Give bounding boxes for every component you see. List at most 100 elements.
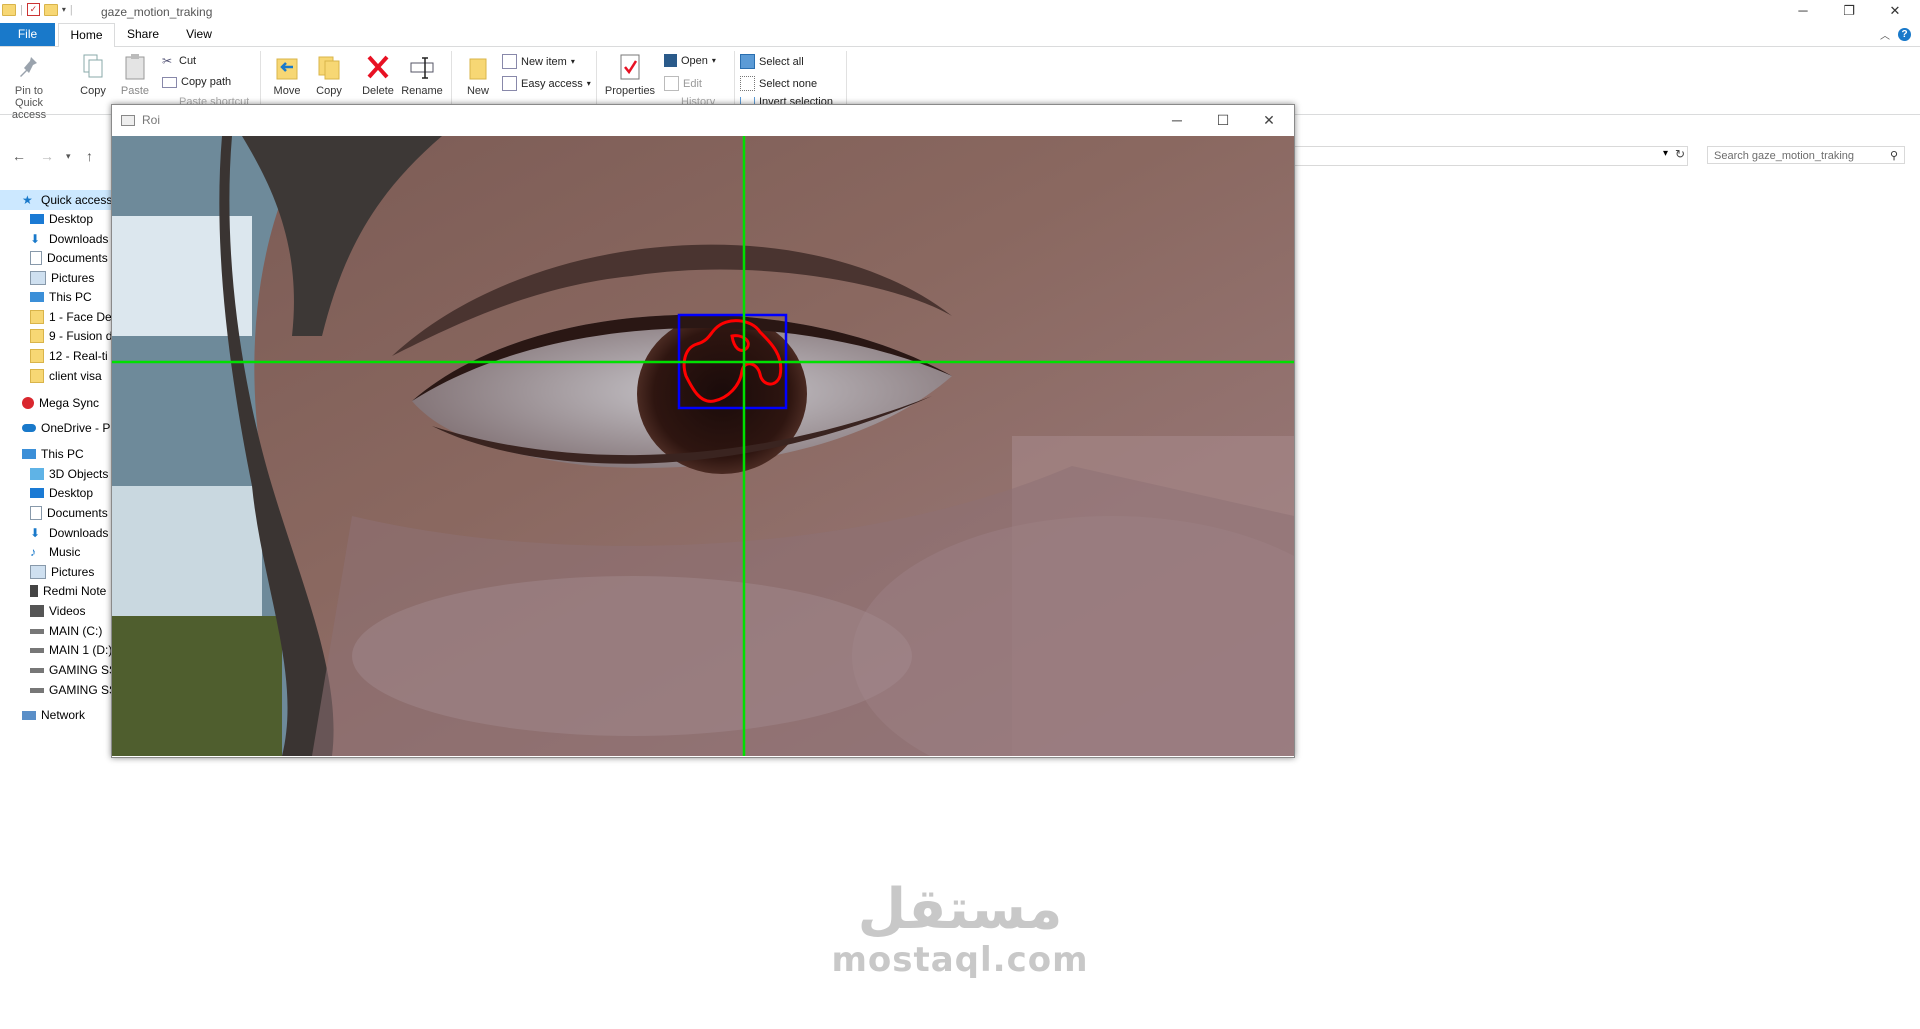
delete-button[interactable]: Delete: [357, 51, 399, 97]
new-folder-icon[interactable]: [43, 3, 58, 16]
sidebar-item-label: 1 - Face De: [49, 310, 111, 324]
folder-icon: [30, 369, 44, 383]
roi-window[interactable]: Roi ─ ☐ ✕: [111, 104, 1295, 758]
tab-view[interactable]: View: [176, 23, 222, 46]
sidebar-item[interactable]: This PC: [0, 444, 111, 464]
up-arrow-icon[interactable]: ↑: [86, 148, 93, 164]
open-button[interactable]: Open ▾: [664, 54, 716, 67]
3d-objects-icon: [30, 468, 44, 480]
back-arrow-icon[interactable]: ←: [12, 148, 26, 164]
move-icon: [275, 53, 299, 81]
roi-title-bar[interactable]: Roi ─ ☐ ✕: [112, 105, 1294, 135]
sidebar-item[interactable]: Documents: [0, 503, 111, 523]
pin-to-quick-access-button[interactable]: Pin to Quick access: [5, 51, 53, 121]
tab-share[interactable]: Share: [117, 23, 169, 46]
edit-button[interactable]: Edit: [664, 76, 702, 91]
sidebar-item[interactable]: ⬇ Downloads: [0, 523, 111, 543]
pc-icon: [30, 292, 44, 302]
properties-check-icon[interactable]: ✓: [26, 3, 40, 16]
minimize-icon[interactable]: ─: [1154, 105, 1200, 135]
select-none-button[interactable]: Select none: [740, 76, 817, 91]
forward-arrow-icon[interactable]: →: [40, 148, 54, 164]
select-none-icon: [740, 76, 755, 91]
select-all-icon: [740, 54, 755, 69]
select-all-button[interactable]: Select all: [740, 54, 804, 69]
tab-home[interactable]: Home: [58, 23, 115, 48]
sidebar-item[interactable]: Desktop: [0, 209, 111, 229]
folder-icon[interactable]: [2, 3, 16, 16]
group-divider: [451, 51, 452, 109]
sidebar-item-label: Documents: [47, 251, 108, 265]
paste-button[interactable]: Paste: [114, 51, 156, 97]
new-item-button[interactable]: New item ▾: [502, 54, 575, 69]
new-folder-button[interactable]: New: [457, 51, 499, 97]
sidebar-item[interactable]: MAIN 1 (D:): [0, 640, 111, 660]
sidebar-item[interactable]: GAMING SSD (E:): [0, 660, 111, 680]
sidebar-item[interactable]: 9 - Fusion d: [0, 326, 111, 346]
sidebar-item-label: Mega Sync: [39, 396, 100, 410]
help-icon[interactable]: ?: [1898, 28, 1911, 41]
rename-button[interactable]: Rename: [401, 51, 443, 97]
maximize-icon[interactable]: ☐: [1200, 105, 1246, 135]
watermark: مستقل mostaql.com: [810, 880, 1110, 981]
sidebar-item[interactable]: Videos: [0, 601, 111, 621]
sidebar-item[interactable]: Pictures: [0, 268, 111, 288]
separator: |: [20, 3, 23, 16]
sidebar-item[interactable]: OneDrive - P: [0, 418, 111, 438]
minimize-icon[interactable]: ─: [1780, 0, 1826, 22]
cut-button[interactable]: ✂ Cut: [162, 54, 196, 68]
easy-access-icon: [502, 76, 517, 91]
properties-button[interactable]: Properties: [602, 51, 658, 97]
sidebar-item[interactable]: Documents: [0, 248, 111, 268]
eye-tracking-frame: [112, 136, 1294, 756]
address-dropdown-icon[interactable]: ▾: [1663, 148, 1668, 159]
move-to-button[interactable]: Move: [266, 51, 308, 97]
drive-icon: [30, 687, 44, 693]
sidebar-item[interactable]: GAMING SSD 2 (F:): [0, 680, 111, 700]
close-icon[interactable]: ✕: [1872, 0, 1918, 22]
sidebar-item[interactable]: 1 - Face De: [0, 307, 111, 327]
new-item-icon: [502, 54, 517, 69]
sidebar-item[interactable]: Pictures: [0, 562, 111, 582]
pictures-icon: [30, 271, 46, 285]
sidebar-item-label: Documents: [47, 506, 108, 520]
sidebar-item[interactable]: client visa: [0, 366, 111, 386]
collapse-ribbon-icon[interactable]: ︿: [1880, 27, 1890, 42]
app-window-icon: [121, 115, 135, 126]
search-input[interactable]: Search gaze_motion_traking ⚲: [1707, 146, 1905, 164]
sidebar-item[interactable]: ⬇ Downloads: [0, 229, 111, 249]
sidebar-item[interactable]: ♪ Music: [0, 542, 111, 562]
easy-access-label: Easy access: [521, 77, 583, 90]
copy-button[interactable]: Copy: [72, 51, 114, 97]
sidebar-item[interactable]: Mega Sync: [0, 393, 111, 413]
group-divider: [846, 51, 847, 109]
sidebar-item[interactable]: MAIN (C:): [0, 621, 111, 641]
videos-icon: [30, 605, 44, 617]
address-field[interactable]: ▾ ↻: [1290, 146, 1688, 166]
pc-icon: [22, 449, 36, 459]
recent-locations-icon[interactable]: ▾: [66, 151, 71, 162]
chevron-down-icon[interactable]: ▾: [62, 5, 66, 14]
tab-file[interactable]: File: [0, 23, 55, 46]
scissors-icon: ✂: [162, 54, 173, 68]
copy-path-button[interactable]: Copy path: [162, 76, 231, 88]
sidebar-item[interactable]: Network: [0, 705, 111, 725]
sidebar-item[interactable]: 12 - Real-ti: [0, 346, 111, 366]
rename-label: Rename: [401, 85, 443, 97]
watermark-latin: mostaql.com: [831, 940, 1089, 980]
network-icon: [22, 710, 36, 720]
clipboard-icon: [123, 53, 147, 81]
sidebar-item[interactable]: This PC: [0, 287, 111, 307]
sidebar-item[interactable]: ★ Quick access: [0, 190, 111, 210]
copy-to-button[interactable]: Copy: [308, 51, 350, 97]
restore-icon[interactable]: ❐: [1826, 0, 1872, 22]
refresh-icon[interactable]: ↻: [1675, 147, 1685, 161]
sidebar-item[interactable]: Desktop: [0, 483, 111, 503]
sidebar-item-label: Pictures: [51, 271, 95, 285]
sidebar-item[interactable]: Redmi Note: [0, 581, 111, 601]
sidebar-item-label: Redmi Note: [43, 584, 107, 598]
roi-window-title: Roi: [142, 113, 161, 127]
easy-access-button[interactable]: Easy access ▾: [502, 76, 591, 91]
close-icon[interactable]: ✕: [1246, 105, 1292, 135]
sidebar-item[interactable]: 3D Objects: [0, 464, 111, 484]
